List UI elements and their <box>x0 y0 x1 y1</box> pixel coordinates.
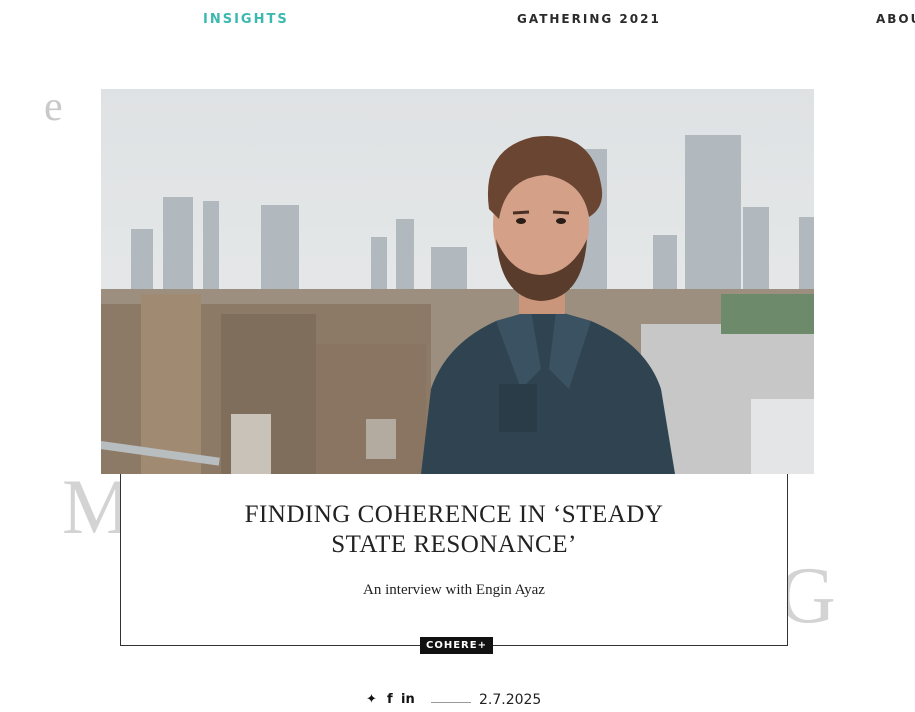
article-subtitle: An interview with Engin Ayaz <box>363 582 545 598</box>
article-title[interactable]: FINDING COHERENCE IN ‘STEADY STATE RESON… <box>219 500 689 560</box>
category-badge[interactable]: COHERE+ <box>420 637 493 654</box>
linkedin-icon[interactable]: in <box>401 692 415 707</box>
article-card[interactable]: FINDING COHERENCE IN ‘STEADY STATE RESON… <box>120 474 788 654</box>
twitter-icon[interactable]: ✦ <box>366 692 377 707</box>
top-nav: INSIGHTS GATHERING 2021 ABOU <box>0 0 915 60</box>
facebook-icon[interactable]: f <box>387 692 393 707</box>
nav-item-insights[interactable]: INSIGHTS <box>203 12 289 27</box>
background-letter: e <box>44 84 63 130</box>
nav-item-gathering-2021[interactable]: GATHERING 2021 <box>517 12 661 26</box>
hero-image[interactable] <box>101 89 814 474</box>
publish-date: 2.7.2025 <box>479 692 542 708</box>
divider <box>431 702 471 703</box>
nav-item-about[interactable]: ABOU <box>876 12 915 26</box>
